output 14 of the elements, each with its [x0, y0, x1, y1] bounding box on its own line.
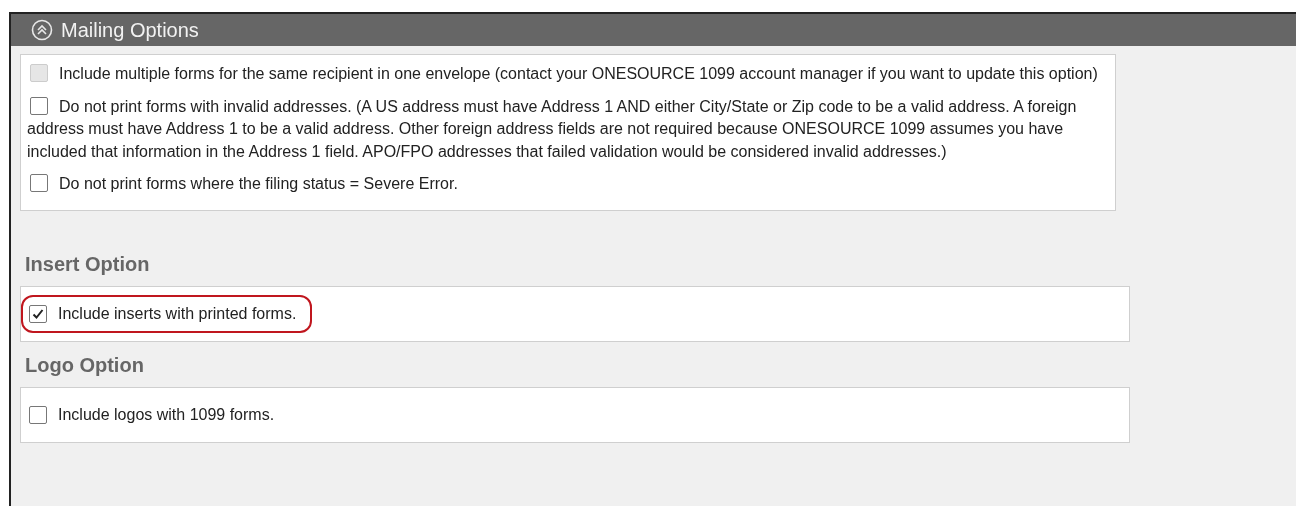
option-text: Include multiple forms for the same recipient in one envelope (contact your ONESOURCE 1099 account manager if you want to update this option): [27, 63, 1109, 86]
checkbox[interactable]: [30, 174, 48, 192]
option-label: Include inserts with printed forms.: [58, 304, 297, 323]
checkbox[interactable]: [29, 405, 47, 424]
checkbox[interactable]: [29, 304, 47, 323]
panel-header[interactable]: Mailing Options: [11, 14, 1296, 46]
panel-title: Mailing Options: [61, 18, 199, 42]
option-label: Include logos with 1099 forms.: [58, 405, 275, 424]
checkbox[interactable]: [30, 96, 48, 115]
option-text: Do not print forms where the filing status = Severe Error.: [27, 173, 1109, 196]
section-heading: Insert Option: [25, 252, 151, 276]
option-text: Do not print forms with invalid addresses. (A US address must have Address 1 AND either City/State or Zip code to be a valid address. A foreign address must have Address 1 to be a valid address. Other foreign address fields are not required because ONESOURCE 1099 assumes you have included that information in the Address 1 field. APO/FPO addresses that failed validation would be considered invalid addresses.): [27, 95, 1078, 162]
collapse-icon[interactable]: [31, 19, 53, 41]
section-heading: Logo Option: [25, 353, 145, 377]
